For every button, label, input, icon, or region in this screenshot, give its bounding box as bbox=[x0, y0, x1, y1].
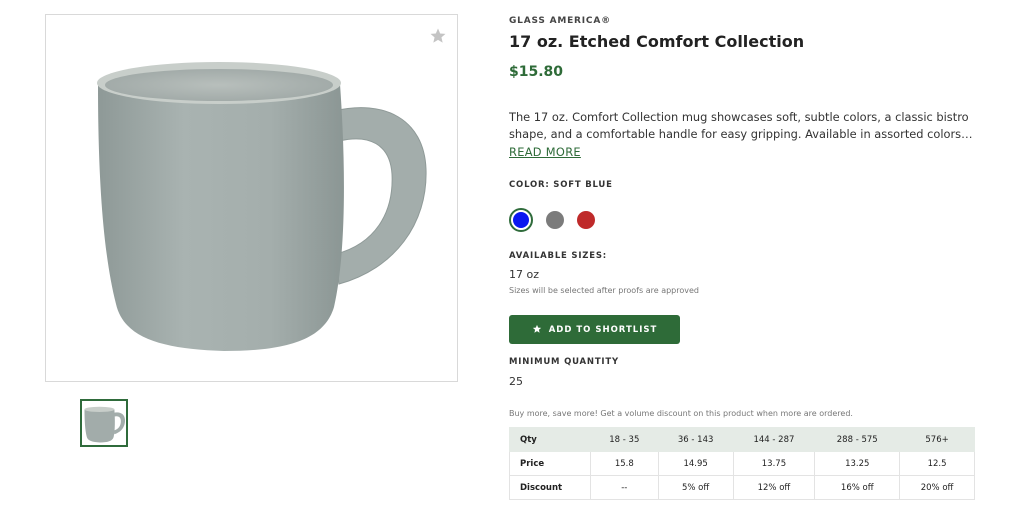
table-cell: 36 - 143 bbox=[657, 427, 734, 452]
minimum-quantity-value: 25 bbox=[509, 375, 523, 388]
sizes-label: AVAILABLE SIZES: bbox=[509, 251, 607, 261]
table-row: Price 15.8 14.95 13.75 13.25 12.5 bbox=[509, 451, 975, 476]
table-cell: 15.8 bbox=[589, 451, 659, 476]
volume-discount-note: Buy more, save more! Get a volume discou… bbox=[509, 409, 853, 418]
table-cell: 18 - 35 bbox=[589, 427, 659, 452]
mug-thumbnail-illustration bbox=[84, 406, 126, 443]
brand-name: GLASS AMERICA® bbox=[509, 16, 611, 26]
star-icon[interactable] bbox=[429, 27, 447, 45]
mug-illustration bbox=[97, 62, 427, 351]
table-row: Discount -- 5% off 12% off 16% off 20% o… bbox=[509, 475, 975, 500]
add-to-shortlist-button[interactable]: ADD TO SHORTLIST bbox=[509, 315, 680, 344]
table-cell: 5% off bbox=[657, 475, 734, 500]
table-cell: Price bbox=[509, 451, 591, 476]
table-row: Qty 18 - 35 36 - 143 144 - 287 288 - 575… bbox=[509, 427, 975, 452]
description-text: The 17 oz. Comfort Collection mug showca… bbox=[509, 110, 969, 141]
swatch-soft-blue[interactable] bbox=[509, 208, 533, 232]
product-description: The 17 oz. Comfort Collection mug showca… bbox=[509, 109, 975, 161]
star-icon bbox=[532, 321, 542, 339]
table-cell: 12% off bbox=[732, 475, 816, 500]
swatch-dot bbox=[513, 212, 529, 228]
table-cell: 288 - 575 bbox=[814, 427, 901, 452]
table-cell: 13.25 bbox=[814, 451, 901, 476]
table-cell: -- bbox=[589, 475, 659, 500]
size-note: Sizes will be selected after proofs are … bbox=[509, 286, 699, 295]
product-main-image bbox=[45, 14, 458, 382]
color-label: COLOR: SOFT BLUE bbox=[509, 180, 613, 190]
product-price: $15.80 bbox=[509, 64, 564, 80]
table-cell: Qty bbox=[509, 427, 591, 452]
table-cell: 20% off bbox=[899, 475, 975, 500]
read-more-link[interactable]: READ MORE bbox=[509, 144, 581, 161]
product-title: 17 oz. Etched Comfort Collection bbox=[509, 32, 805, 51]
table-cell: 14.95 bbox=[657, 451, 734, 476]
product-thumbnail[interactable] bbox=[80, 399, 128, 447]
swatch-gray[interactable] bbox=[546, 211, 564, 229]
table-cell: 16% off bbox=[814, 475, 901, 500]
size-value: 17 oz bbox=[509, 268, 539, 281]
table-cell: 576+ bbox=[899, 427, 975, 452]
swatch-red[interactable] bbox=[577, 211, 595, 229]
color-swatches bbox=[509, 208, 595, 232]
pricing-table: Qty 18 - 35 36 - 143 144 - 287 288 - 575… bbox=[509, 427, 975, 500]
minimum-quantity-label: MINIMUM QUANTITY bbox=[509, 357, 619, 367]
table-cell: Discount bbox=[509, 475, 591, 500]
table-cell: 13.75 bbox=[732, 451, 816, 476]
table-cell: 144 - 287 bbox=[732, 427, 816, 452]
table-cell: 12.5 bbox=[899, 451, 975, 476]
shortlist-label: ADD TO SHORTLIST bbox=[548, 324, 658, 335]
